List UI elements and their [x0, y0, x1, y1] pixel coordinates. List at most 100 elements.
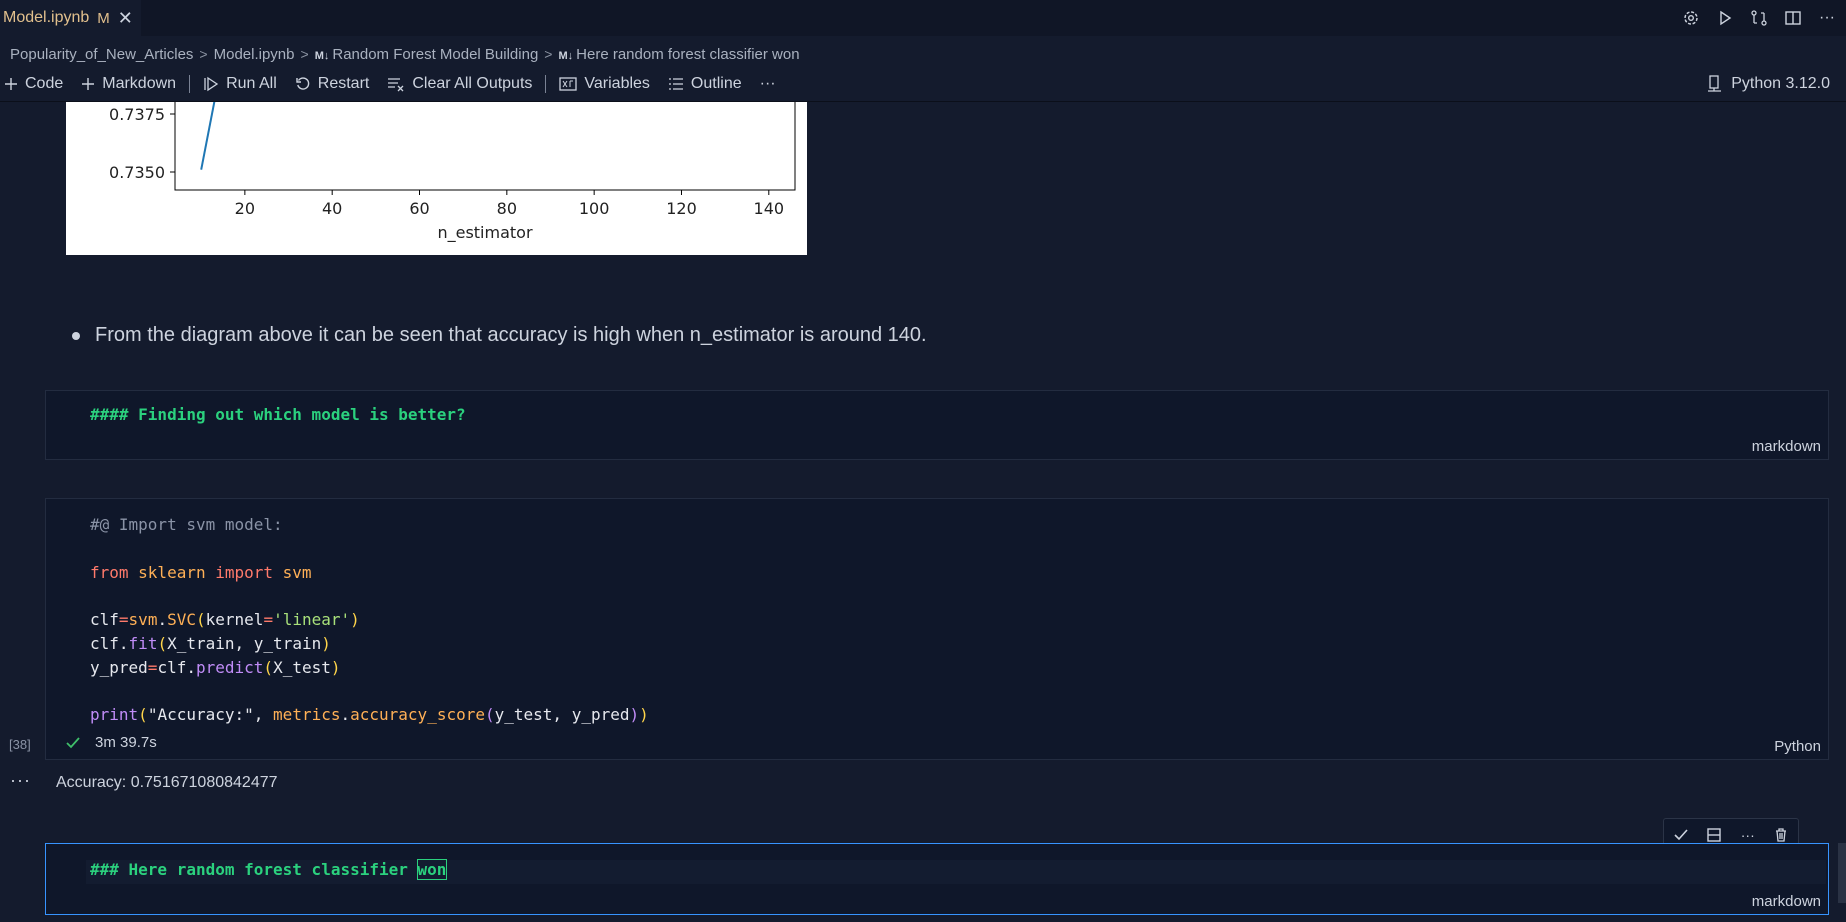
- gear-icon[interactable]: [1682, 9, 1700, 27]
- variables-icon: [559, 77, 578, 91]
- token: metrics: [273, 705, 341, 724]
- token: .: [340, 705, 351, 724]
- more-actions-button[interactable]: ···: [751, 70, 785, 98]
- breadcrumb-item[interactable]: Model.ipynb: [214, 46, 295, 63]
- token: "Accuracy:": [147, 705, 254, 724]
- token: SVC: [167, 610, 196, 629]
- token: print: [90, 705, 139, 724]
- x-tick-label: 80: [497, 199, 517, 218]
- clear-all-icon: [388, 78, 404, 92]
- tab-label: Model.ipynb: [3, 9, 90, 26]
- code-cell[interactable]: #@ Import svm model: from sklearn import…: [45, 498, 1829, 760]
- token: predict: [195, 658, 264, 677]
- keyword: import: [215, 563, 274, 582]
- ellipsis-icon[interactable]: ···: [1818, 9, 1836, 27]
- variables-button[interactable]: Variables: [550, 70, 659, 98]
- code-line: from sklearn import svm: [90, 563, 312, 582]
- variables-label: Variables: [584, 75, 650, 92]
- token: accuracy_score: [350, 705, 485, 724]
- markdown-cell-editing[interactable]: ### Here random forest classifier won ma…: [45, 843, 1829, 915]
- cell-source: #### Finding out which model is better?: [90, 405, 466, 424]
- title-bar: Model.ipynb M ✕ ···: [0, 0, 1846, 36]
- outline-icon: [668, 78, 683, 90]
- code-line: print("Accuracy:", metrics.accuracy_scor…: [90, 705, 649, 724]
- token: =: [147, 658, 158, 677]
- token: (: [263, 658, 274, 677]
- output-actions-button[interactable]: ···: [10, 770, 31, 791]
- series-line: [200, 102, 216, 170]
- x-axis-label: n_estimator: [437, 223, 532, 243]
- chevron-right-icon: >: [300, 46, 309, 62]
- markdown-icon: M↓: [314, 49, 330, 62]
- plus-icon: [5, 78, 17, 90]
- markdown-bullet-text: From the diagram above it can be seen th…: [95, 324, 927, 346]
- cell-language[interactable]: Python: [1774, 738, 1821, 755]
- token: y_pred: [90, 658, 148, 677]
- outline-label: Outline: [690, 75, 742, 92]
- chevron-right-icon: >: [544, 46, 553, 62]
- clear-all-label: Clear All Outputs: [412, 75, 533, 92]
- line-chart: 20 40 60 80 100 120 140 0.7375 0.7350 n_estimator: [109, 102, 796, 243]
- clear-all-outputs-button[interactable]: Clear All Outputs: [378, 70, 541, 98]
- token: ): [321, 634, 331, 653]
- breadcrumb-item[interactable]: M↓ Random Forest Model Building: [315, 46, 539, 63]
- editor-tab[interactable]: Model.ipynb M ✕: [0, 0, 141, 36]
- compare-changes-icon[interactable]: [1750, 9, 1768, 27]
- selected-word: won: [416, 859, 448, 880]
- scrollbar-thumb[interactable]: [1838, 843, 1846, 903]
- cell-language[interactable]: markdown: [1752, 893, 1821, 910]
- token: ,: [253, 705, 274, 724]
- cell-source[interactable]: ### Here random forest classifier won: [90, 859, 448, 880]
- run-all-button[interactable]: Run All: [194, 70, 286, 98]
- breadcrumb-item[interactable]: Popularity_of_New_Articles: [10, 46, 193, 63]
- token: (: [138, 705, 148, 724]
- token: .: [118, 634, 129, 653]
- x-tick-label: 100: [579, 199, 610, 218]
- execution-count: [38]: [9, 737, 31, 752]
- play-icon[interactable]: [1716, 9, 1734, 27]
- modified-badge: M: [97, 9, 110, 27]
- chevron-right-icon: >: [199, 46, 208, 62]
- check-icon: [66, 736, 80, 748]
- add-markdown-cell-button[interactable]: Markdown: [72, 70, 185, 98]
- execution-time: 3m 39.7s: [95, 734, 157, 751]
- add-code-cell-button[interactable]: Code: [0, 70, 72, 98]
- split-editor-icon[interactable]: [1784, 9, 1802, 27]
- plus-icon: [82, 78, 95, 90]
- ellipsis-icon: ···: [759, 75, 776, 92]
- notebook-toolbar: Code Markdown Run All Restart Clear All …: [0, 70, 1846, 98]
- x-tick-label: 120: [666, 199, 697, 218]
- breadcrumb-label: Random Forest Model Building: [332, 45, 539, 63]
- token: ): [350, 610, 360, 629]
- close-icon[interactable]: ✕: [118, 8, 133, 29]
- y-tick-label: 0.7375: [109, 105, 165, 124]
- restart-label: Restart: [317, 75, 370, 92]
- x-tick-label: 20: [235, 199, 255, 218]
- breadcrumb-item[interactable]: M↓ Here random forest classifier won: [558, 46, 799, 63]
- restart-icon: [296, 77, 309, 90]
- run-all-label: Run All: [226, 75, 277, 92]
- token: sklearn: [128, 563, 216, 582]
- token: svm: [128, 610, 158, 629]
- kernel-picker[interactable]: Python 3.12.0: [1707, 70, 1830, 98]
- token: 'linear': [273, 610, 351, 629]
- markdown-cell[interactable]: #### Finding out which model is better? …: [45, 390, 1829, 460]
- token: ): [330, 658, 341, 677]
- restart-button[interactable]: Restart: [286, 70, 379, 98]
- add-code-label: Code: [25, 75, 64, 92]
- token: X_test: [273, 658, 331, 677]
- outline-button[interactable]: Outline: [659, 70, 751, 98]
- code-comment: #@ Import svm model:: [90, 515, 283, 534]
- toolbar-divider: [545, 75, 547, 93]
- x-tick-label: 140: [754, 199, 785, 218]
- code-line: y_pred=clf.predict(X_test): [90, 658, 341, 677]
- token: (: [196, 610, 206, 629]
- token: =: [263, 610, 274, 629]
- token: kernel: [205, 610, 264, 629]
- plot-output: 20 40 60 80 100 120 140 0.7375 0.7350 n_estimator: [66, 102, 807, 255]
- kernel-icon: [1708, 75, 1722, 92]
- execution-status: 3m 39.7s: [65, 734, 157, 751]
- cell-language[interactable]: markdown: [1752, 438, 1821, 455]
- token: .: [157, 610, 168, 629]
- editor-actions: ···: [1682, 0, 1836, 36]
